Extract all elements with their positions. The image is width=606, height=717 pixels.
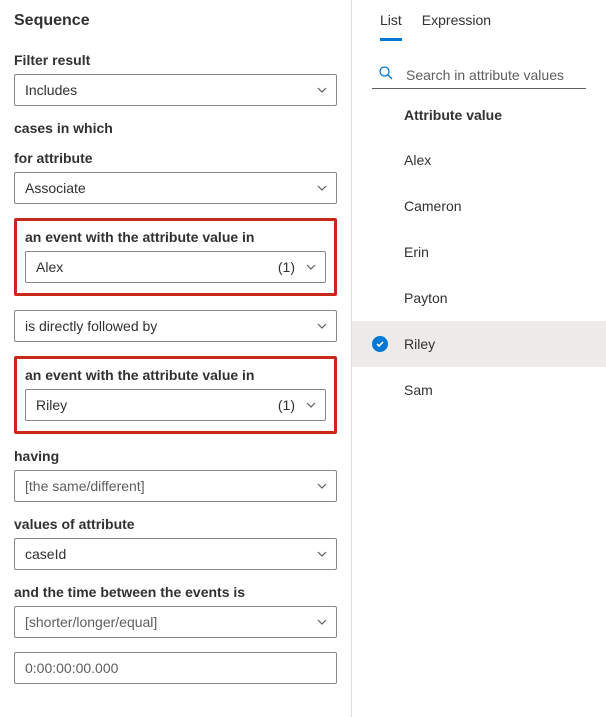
tab-expression[interactable]: Expression xyxy=(422,6,491,41)
filter-result-group: Filter result Includes xyxy=(14,52,337,106)
time-between-group: and the time between the events is [shor… xyxy=(14,584,337,638)
event1-highlight: an event with the attribute value in Ale… xyxy=(14,218,337,296)
chevron-down-icon xyxy=(316,182,328,194)
list-item-label: Alex xyxy=(404,152,431,168)
chevron-down-icon xyxy=(316,548,328,560)
attribute-list: Alex Cameron Erin Payton Riley Sam xyxy=(352,137,606,413)
event1-label: an event with the attribute value in xyxy=(25,229,326,245)
event1-value: Alex xyxy=(36,259,63,275)
filter-result-value: Includes xyxy=(25,82,77,98)
event2-value: Riley xyxy=(36,397,67,413)
list-item[interactable]: Alex xyxy=(352,137,606,183)
for-attribute-select[interactable]: Associate xyxy=(14,172,337,204)
duration-group: 0:00:00:00.000 xyxy=(14,652,337,684)
tab-list[interactable]: List xyxy=(380,6,402,41)
list-item[interactable]: Riley xyxy=(352,321,606,367)
values-of-select[interactable]: caseId xyxy=(14,538,337,570)
relation-select[interactable]: is directly followed by xyxy=(14,310,337,342)
attribute-panel: List Expression Search in attribute valu… xyxy=(351,0,606,717)
list-header: Attribute value xyxy=(352,89,606,137)
values-of-value: caseId xyxy=(25,546,66,562)
list-item[interactable]: Sam xyxy=(352,367,606,413)
duration-input[interactable]: 0:00:00:00.000 xyxy=(14,652,337,684)
having-placeholder: [the same/different] xyxy=(25,478,145,494)
filter-result-label: Filter result xyxy=(14,52,337,68)
chevron-down-icon xyxy=(316,480,328,492)
cases-in-label: cases in which xyxy=(14,120,337,136)
event2-count: (1) xyxy=(278,397,295,413)
list-item-label: Sam xyxy=(404,382,433,398)
event2-highlight: an event with the attribute value in Ril… xyxy=(14,356,337,434)
list-item-label: Erin xyxy=(404,244,429,260)
tabs: List Expression xyxy=(352,6,606,41)
having-label: having xyxy=(14,448,337,464)
search-input[interactable]: Search in attribute values xyxy=(372,65,586,89)
time-between-select[interactable]: [shorter/longer/equal] xyxy=(14,606,337,638)
chevron-down-icon xyxy=(316,616,328,628)
list-item[interactable]: Cameron xyxy=(352,183,606,229)
chevron-down-icon xyxy=(305,261,317,273)
having-group: having [the same/different] xyxy=(14,448,337,502)
time-between-placeholder: [shorter/longer/equal] xyxy=(25,614,157,630)
for-attribute-label: for attribute xyxy=(14,150,337,166)
list-item[interactable]: Payton xyxy=(352,275,606,321)
for-attribute-group: for attribute Associate xyxy=(14,150,337,204)
having-select[interactable]: [the same/different] xyxy=(14,470,337,502)
chevron-down-icon xyxy=(316,320,328,332)
event2-select[interactable]: Riley (1) xyxy=(25,389,326,421)
relation-group: is directly followed by xyxy=(14,310,337,342)
sequence-panel: Sequence Filter result Includes cases in… xyxy=(0,0,351,717)
event2-label: an event with the attribute value in xyxy=(25,367,326,383)
filter-result-select[interactable]: Includes xyxy=(14,74,337,106)
time-between-label: and the time between the events is xyxy=(14,584,337,600)
chevron-down-icon xyxy=(305,399,317,411)
search-icon xyxy=(378,65,394,84)
values-of-group: values of attribute caseId xyxy=(14,516,337,570)
relation-value: is directly followed by xyxy=(25,318,157,334)
event1-select[interactable]: Alex (1) xyxy=(25,251,326,283)
event1-count: (1) xyxy=(278,259,295,275)
search-placeholder: Search in attribute values xyxy=(406,67,564,83)
chevron-down-icon xyxy=(316,84,328,96)
list-item-label: Cameron xyxy=(404,198,462,214)
values-of-label: values of attribute xyxy=(14,516,337,532)
list-item-label: Payton xyxy=(404,290,448,306)
duration-value: 0:00:00:00.000 xyxy=(25,660,118,676)
page-title: Sequence xyxy=(14,12,337,30)
list-item[interactable]: Erin xyxy=(352,229,606,275)
list-item-label: Riley xyxy=(404,336,435,352)
check-icon xyxy=(372,336,388,352)
check-holder xyxy=(372,336,404,352)
for-attribute-value: Associate xyxy=(25,180,86,196)
